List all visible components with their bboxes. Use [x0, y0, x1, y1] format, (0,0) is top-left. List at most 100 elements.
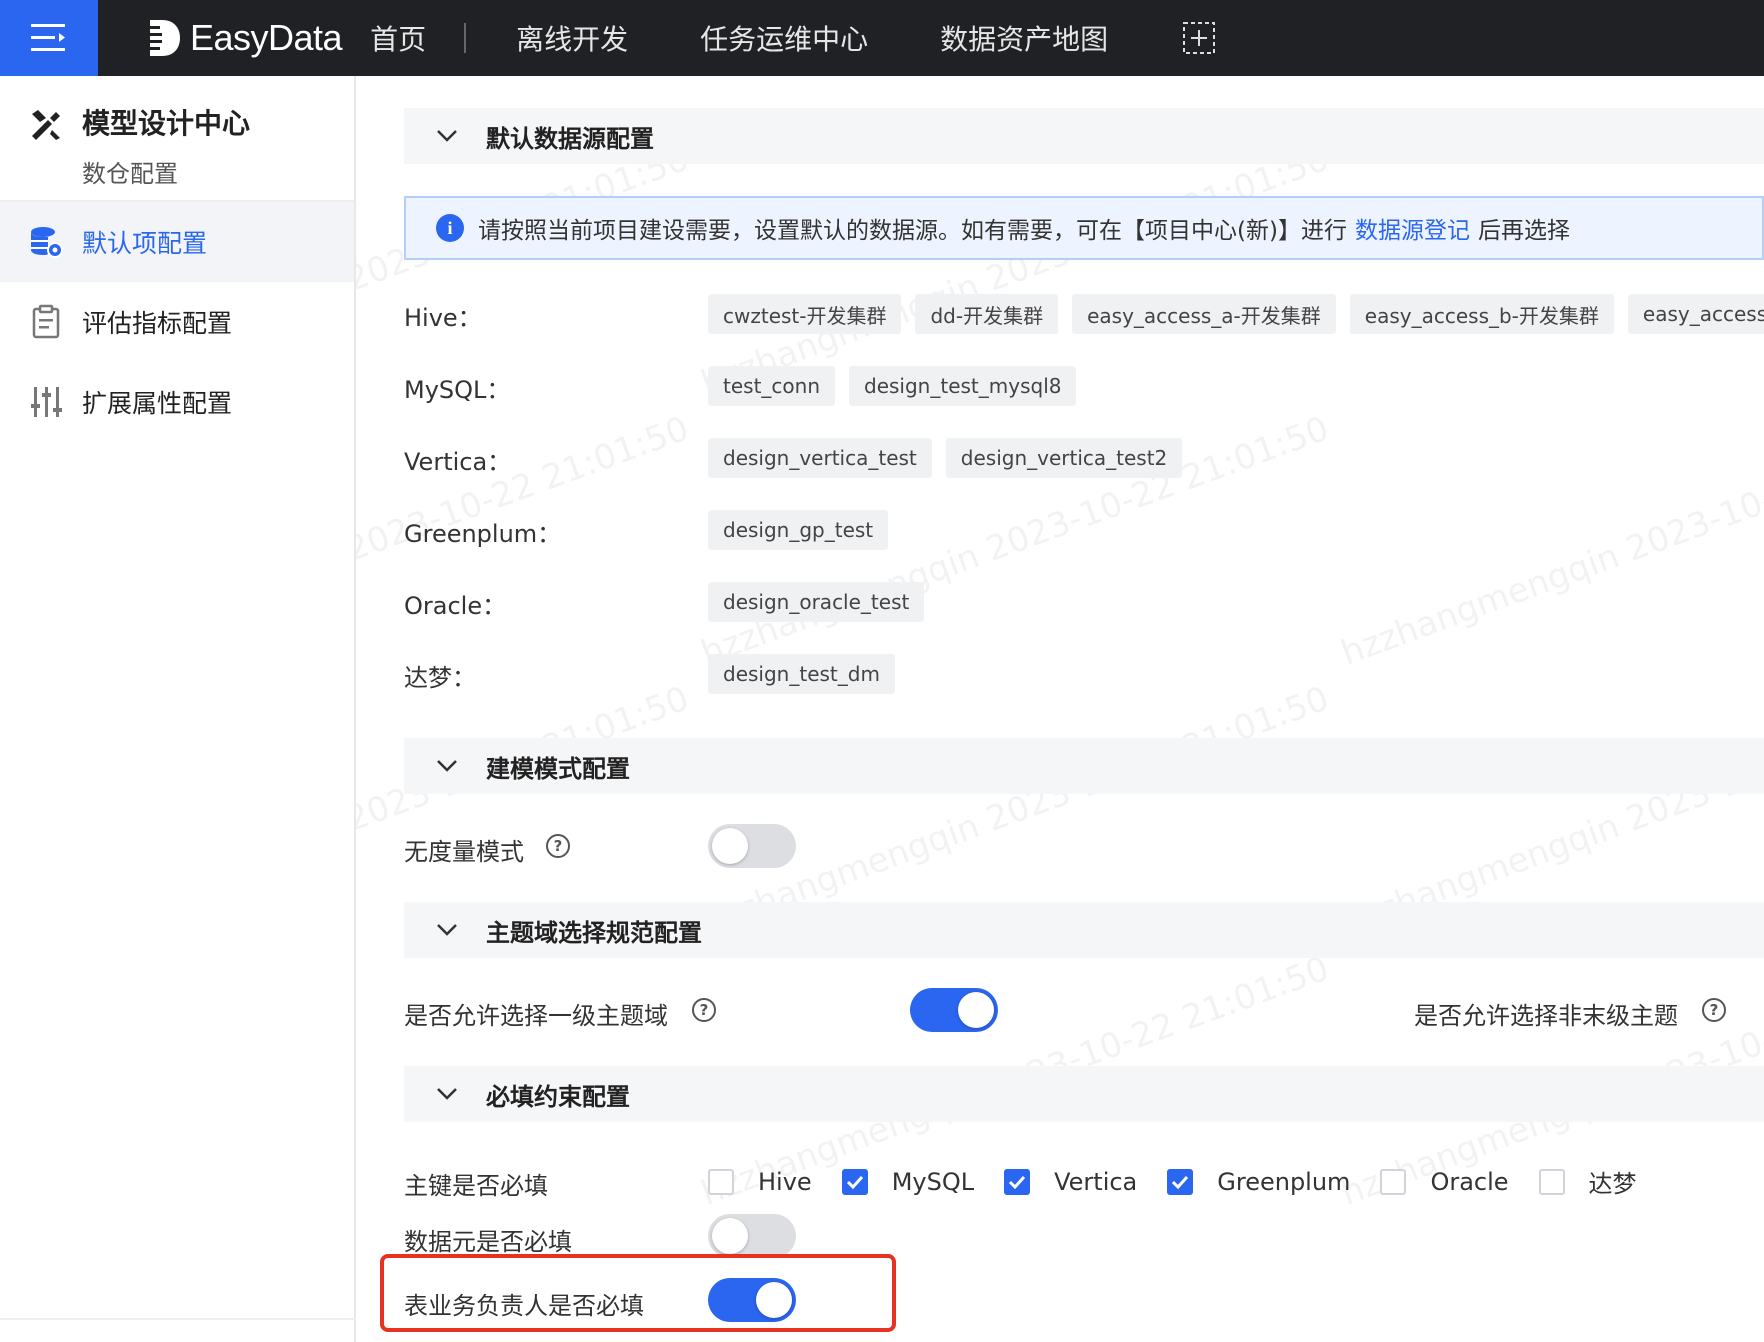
pk-required-label: 主键是否必填 [404, 1172, 548, 1200]
nav-task-ops[interactable]: 任务运维中心 [700, 18, 868, 58]
nav-data-asset-map[interactable]: 数据资产地图 [940, 18, 1108, 58]
info-alert: i 请按照当前项目建设需要，设置默认的数据源。如有需要，可在【项目中心(新)】进… [404, 196, 1764, 260]
chevron-down-icon [437, 760, 457, 772]
data-element-required-toggle[interactable] [708, 1214, 796, 1258]
checkbox-oracle[interactable] [1380, 1168, 1407, 1195]
toggle-knob [712, 1218, 748, 1254]
section-title: 建模模式配置 [486, 754, 630, 783]
mysql-label: MySQL： [404, 376, 511, 404]
check-icon [1009, 1175, 1026, 1189]
greenplum-tags: design_gp_test [708, 510, 902, 550]
dameng-label: 达梦： [404, 664, 476, 692]
help-icon[interactable]: ? [1702, 998, 1726, 1022]
datasource-tag[interactable]: easy_access_b-开发集群 [1349, 294, 1614, 334]
sidebar-item-default-config[interactable]: 默认项配置 [0, 202, 354, 282]
datasource-tag[interactable]: cwztest-开发集群 [708, 294, 902, 334]
no-measure-mode-toggle[interactable] [708, 824, 796, 868]
menu-toggle-button[interactable] [0, 0, 98, 76]
design-tools-icon [32, 110, 60, 140]
greenplum-label: Greenplum： [404, 520, 562, 548]
chevron-down-icon [437, 924, 457, 936]
section-modeling-mode[interactable]: 建模模式配置 [404, 738, 1764, 794]
chevron-down-icon [437, 130, 457, 142]
section-required-constraints[interactable]: 必填约束配置 [404, 1066, 1764, 1122]
pk-required-options: Hive MySQL Vertica Greenplum Oracle 达梦 [708, 1164, 1667, 1199]
main-content: hzzhangmengqin 2023-10-22 21:01:50 hzzha… [356, 76, 1764, 1342]
sidebar-item-label: 评估指标配置 [82, 309, 233, 338]
help-icon[interactable]: ? [692, 998, 716, 1022]
section-subject-domain[interactable]: 主题域选择规范配置 [404, 902, 1764, 958]
no-measure-mode-label: 无度量模式 [404, 838, 524, 866]
menu-icon [31, 24, 65, 51]
sidebar-title: 模型设计中心 [82, 107, 251, 140]
brand-name: EasyData [190, 17, 343, 58]
checkbox-label: Vertica [1054, 1167, 1138, 1196]
brand[interactable]: EasyData [146, 17, 343, 59]
datasource-tag[interactable]: easy_access_a-开发集群 [1072, 294, 1336, 334]
sidebar-item-label: 默认项配置 [82, 229, 208, 258]
add-app-icon[interactable] [1182, 21, 1216, 55]
check-icon [1172, 1175, 1189, 1189]
nav-offline-dev[interactable]: 离线开发 [516, 18, 628, 58]
mysql-tags: test_conn design_test_mysql8 [708, 366, 1090, 406]
checkbox-hive[interactable] [708, 1168, 734, 1195]
clipboard-icon [32, 304, 60, 339]
highlight-annotation [380, 1254, 896, 1332]
watermark: hzzhangmengqin 2023-10-22 21:01:50 [356, 138, 695, 404]
info-icon: i [436, 214, 464, 242]
vertica-label: Vertica： [404, 448, 512, 476]
datasource-register-link[interactable]: 数据源登记 [1355, 211, 1470, 245]
checkbox-mysql[interactable] [841, 1168, 868, 1195]
allow-nonleaf-label: 是否允许选择非末级主题 [1414, 1002, 1678, 1030]
checkbox-label: Hive [758, 1167, 812, 1196]
nav-divider [464, 23, 467, 53]
datasource-tag[interactable]: design_vertica_test [708, 438, 932, 478]
datasource-tag[interactable]: design_gp_test [708, 510, 889, 550]
section-title: 主题域选择规范配置 [486, 918, 702, 947]
datasource-tag[interactable]: test_conn [708, 366, 835, 406]
datasource-tag[interactable]: design_vertica_test2 [945, 438, 1183, 478]
watermark: hzzhangmengqin 2023-10-22 21:01:50 [696, 138, 1335, 404]
nav-home[interactable]: 首页 [370, 18, 426, 58]
datasource-tag[interactable]: dd-开发集群 [915, 294, 1059, 334]
dameng-tags: design_test_dm [708, 654, 909, 694]
sliders-icon [31, 387, 62, 417]
database-settings-icon [31, 227, 63, 258]
toggle-knob [712, 828, 748, 864]
top-nav-bar: EasyData 首页 离线开发 任务运维中心 数据资产地图 [0, 0, 1764, 76]
allow-level1-label: 是否允许选择一级主题域 [404, 1002, 668, 1030]
sidebar-divider [0, 1318, 356, 1320]
checkbox-label: MySQL [891, 1167, 975, 1196]
vertica-tags: design_vertica_test design_vertica_test2 [708, 438, 1196, 478]
toggle-knob [958, 992, 994, 1028]
checkbox-label: Oracle [1430, 1167, 1509, 1196]
datasource-tag[interactable]: design_test_mysql8 [849, 366, 1077, 406]
sidebar: 模型设计中心 数仓配置 默认项配置 评估指标配置 扩展属性配置 [0, 76, 356, 1342]
sidebar-item-label: 扩展属性配置 [82, 389, 233, 418]
info-text: 请按照当前项目建设需要，设置默认的数据源。如有需要，可在【项目中心(新)】进行 [478, 218, 1347, 244]
datasource-tag[interactable]: design_oracle_test [708, 582, 925, 622]
checkbox-greenplum[interactable] [1167, 1168, 1194, 1195]
sidebar-subtitle: 数仓配置 [82, 160, 178, 188]
checkbox-dameng[interactable] [1538, 1168, 1565, 1195]
sidebar-item-extended-attributes[interactable]: 扩展属性配置 [0, 362, 354, 442]
check-icon [846, 1175, 863, 1189]
checkbox-vertica[interactable] [1004, 1168, 1031, 1195]
checkbox-label: Greenplum [1217, 1167, 1351, 1196]
datasource-tag[interactable]: easy_access [1627, 294, 1764, 334]
oracle-tags: design_oracle_test [708, 582, 938, 622]
checkbox-label: 达梦 [1588, 1170, 1637, 1198]
datasource-tag[interactable]: design_test_dm [708, 654, 895, 694]
help-icon[interactable]: ? [546, 834, 570, 858]
chevron-down-icon [437, 1088, 457, 1100]
oracle-label: Oracle： [404, 592, 507, 620]
allow-level1-toggle[interactable] [910, 988, 998, 1032]
data-element-required-label: 数据元是否必填 [404, 1228, 572, 1256]
sidebar-item-evaluation-metrics[interactable]: 评估指标配置 [0, 282, 354, 362]
main-nav: 首页 离线开发 任务运维中心 数据资产地图 [370, 18, 1216, 58]
hive-label: Hive： [404, 304, 482, 332]
sidebar-header: 模型设计中心 数仓配置 [0, 76, 354, 202]
hive-tags: cwztest-开发集群 dd-开发集群 easy_access_a-开发集群 … [708, 294, 1764, 334]
section-default-datasource[interactable]: 默认数据源配置 [404, 108, 1764, 164]
easydata-logo-icon [148, 20, 180, 56]
